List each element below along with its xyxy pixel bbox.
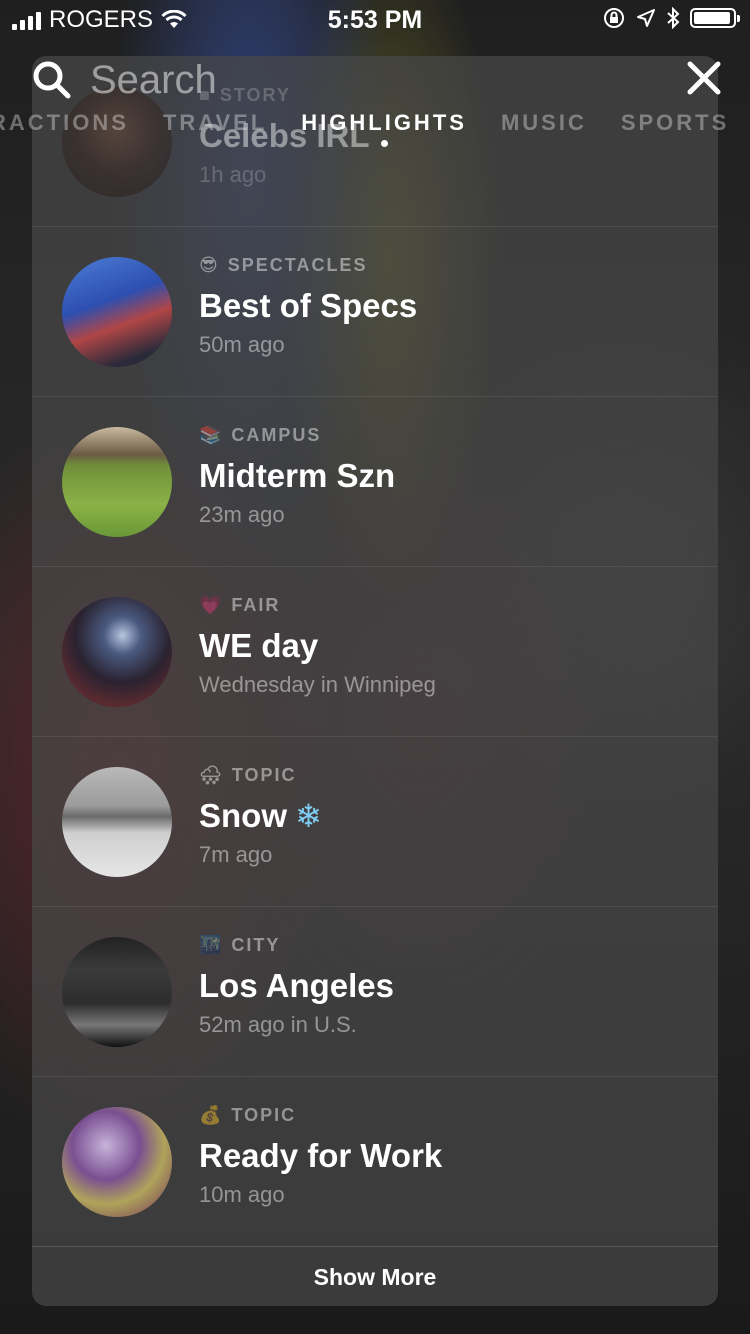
story-item-ready-for-work[interactable]: 💰 TOPIC Ready for Work 10m ago — [32, 1076, 718, 1247]
battery-icon — [690, 8, 740, 28]
story-timestamp: 52m ago in U.S. — [199, 1012, 357, 1037]
story-title: Midterm Szn — [199, 457, 396, 494]
story-title: Ready for Work — [199, 1137, 443, 1174]
heart-emoji-icon: 💗 — [199, 595, 224, 615]
sunglasses-emoji-icon: 😎 — [199, 255, 220, 275]
story-category: 📚 CAMPUS — [199, 424, 322, 445]
status-right — [602, 6, 740, 30]
story-thumbnail — [62, 767, 172, 877]
story-item-los-angeles[interactable]: 🌃 CITY Los Angeles 52m ago in U.S. — [32, 906, 718, 1077]
close-icon[interactable] — [684, 58, 724, 98]
story-title: Snow ❄ — [199, 797, 322, 834]
tab-music[interactable]: MUSIC — [501, 110, 587, 144]
story-thumbnail — [62, 257, 172, 367]
story-category: 💰 TOPIC — [199, 1104, 297, 1125]
story-category: 🌃 CITY — [199, 934, 281, 955]
search-icon — [33, 61, 71, 99]
tab-highlights[interactable]: HIGHLIGHTS — [301, 110, 467, 147]
story-thumbnail — [62, 1107, 172, 1217]
snow-cloud-emoji-icon: 🌨 — [199, 765, 224, 785]
story-timestamp: Wednesday in Winnipeg — [199, 672, 436, 697]
tab-sports[interactable]: SPORTS — [621, 110, 729, 144]
money-bag-emoji-icon: 💰 — [199, 1105, 224, 1125]
stories-panel: ■ STORY Celebs IRL 1h ago 😎 SPECTACLES B… — [32, 56, 718, 1306]
cityscape-emoji-icon: 🌃 — [199, 935, 224, 955]
story-thumbnail — [62, 937, 172, 1047]
story-category: 😎 SPECTACLES — [199, 254, 368, 275]
category-tabs: RACTIONS TRAVEL HIGHLIGHTS MUSIC SPORTS … — [0, 110, 750, 147]
story-thumbnail — [62, 427, 172, 537]
story-item-snow[interactable]: 🌨 TOPIC Snow ❄ 7m ago — [32, 736, 718, 907]
story-timestamp: 7m ago — [199, 842, 273, 867]
location-icon — [637, 9, 655, 27]
show-more-button[interactable]: Show More — [32, 1246, 718, 1306]
bluetooth-icon — [667, 7, 680, 29]
story-thumbnail — [62, 597, 172, 707]
books-emoji-icon: 📚 — [199, 425, 224, 445]
story-category: 💗 FAIR — [199, 594, 281, 615]
story-timestamp: 1h ago — [199, 162, 267, 187]
story-title: Best of Specs — [199, 287, 418, 324]
story-title: Los Angeles — [199, 967, 394, 1004]
rotation-lock-icon — [604, 8, 624, 28]
story-timestamp: 23m ago — [199, 502, 285, 527]
story-item-midterm-szn[interactable]: 📚 CAMPUS Midterm Szn 23m ago — [32, 396, 718, 567]
tab-travel[interactable]: TRAVEL — [163, 110, 267, 144]
story-item-we-day[interactable]: 💗 FAIR WE day Wednesday in Winnipeg — [32, 566, 718, 737]
story-timestamp: 10m ago — [199, 1182, 285, 1207]
story-category: 🌨 TOPIC — [199, 764, 297, 785]
snowflake-icon: ❄ — [295, 798, 322, 834]
search-bar — [0, 48, 750, 110]
status-bar: ROGERS 5:53 PM — [0, 0, 750, 40]
story-title: WE day — [199, 627, 319, 664]
story-timestamp: 50m ago — [199, 332, 285, 357]
search-input[interactable] — [88, 52, 632, 108]
story-item-best-of-specs[interactable]: 😎 SPECTACLES Best of Specs 50m ago — [32, 226, 718, 397]
tab-interactions[interactable]: RACTIONS — [0, 110, 129, 144]
